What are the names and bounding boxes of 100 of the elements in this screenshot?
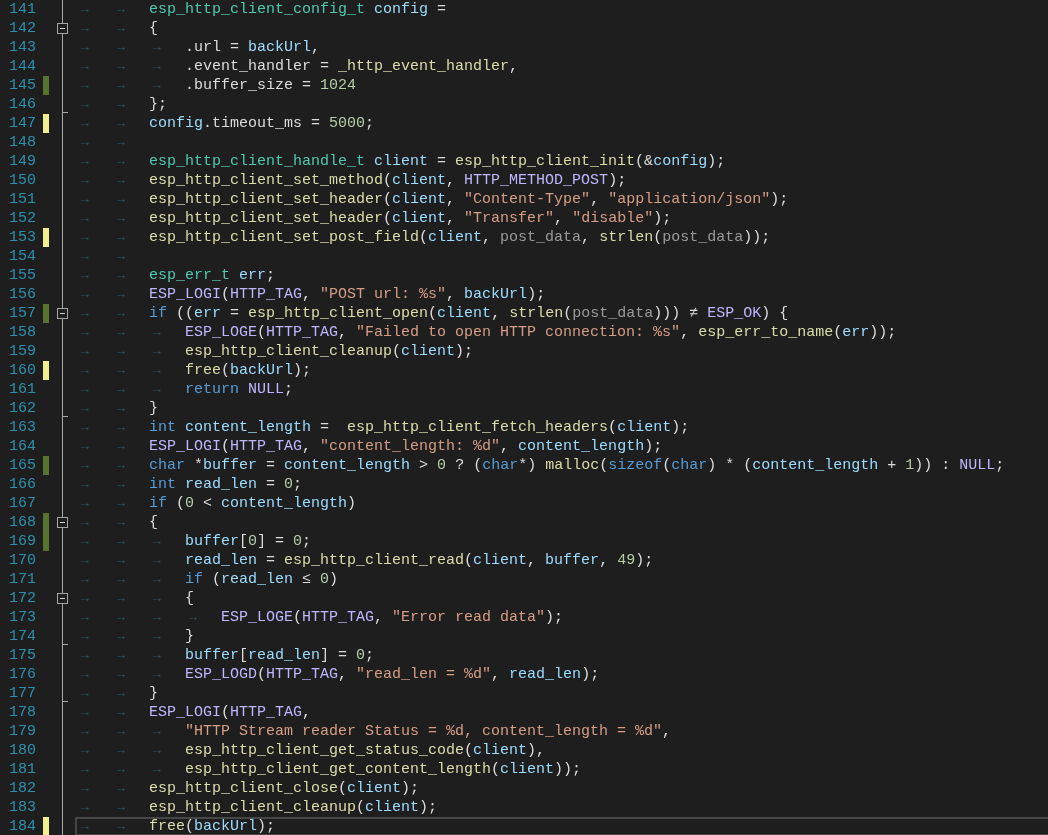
tab-marker: → (80, 477, 90, 492)
line-number: 164 (8, 437, 36, 456)
collapse-icon[interactable] (57, 517, 68, 528)
line-number: 157 (8, 304, 36, 323)
line-number: 171 (8, 570, 36, 589)
code-line: .buffer_size = 1024 (185, 78, 357, 93)
line-number: 177 (8, 684, 36, 703)
tab-marker: → (80, 819, 90, 834)
tab-marker: → (116, 420, 126, 435)
line-number: 179 (8, 722, 36, 741)
tab-marker: → (116, 287, 126, 302)
tab-marker: → (116, 116, 126, 131)
line-number: 143 (8, 38, 36, 57)
code-line: ESP_LOGI(HTTP_TAG, "POST url: %s", backUrl); (149, 287, 546, 302)
line-number: 150 (8, 171, 36, 190)
line-number: 174 (8, 627, 36, 646)
code-line: esp_http_client_config_t config = (149, 2, 447, 17)
tab-marker: → (116, 667, 126, 682)
tab-marker: → (116, 800, 126, 815)
collapse-icon[interactable] (57, 23, 68, 34)
tab-marker: → (152, 325, 162, 340)
tab-marker: → (116, 477, 126, 492)
line-number: 178 (8, 703, 36, 722)
tab-marker: → (116, 2, 126, 17)
tab-marker: → (116, 629, 126, 644)
collapse-icon[interactable] (57, 308, 68, 319)
tab-marker: → (116, 819, 126, 834)
tab-marker: → (116, 382, 126, 397)
tab-marker: → (80, 705, 90, 720)
tab-marker: → (80, 2, 90, 17)
tab-marker: → (80, 686, 90, 701)
tab-marker: → (80, 97, 90, 112)
line-number: 148 (8, 133, 36, 152)
tab-marker: → (80, 306, 90, 321)
tab-marker: → (116, 268, 126, 283)
code-line: "HTTP Stream reader Status = %d, content_length = %d", (185, 724, 672, 739)
code-line: } (149, 686, 158, 701)
code-line: esp_http_client_get_content_length(client)); (185, 762, 582, 777)
tab-marker: → (116, 97, 126, 112)
tab-marker: → (80, 458, 90, 473)
tab-marker: → (152, 553, 162, 568)
code-line: esp_http_client_handle_t client = esp_http_client_init(&config); (149, 154, 726, 169)
line-number: 181 (8, 760, 36, 779)
line-number: 167 (8, 494, 36, 513)
code-line: esp_http_client_cleanup(client); (185, 344, 474, 359)
tab-marker: → (80, 553, 90, 568)
tab-marker: → (80, 59, 90, 74)
code-line: } (185, 629, 194, 644)
tab-marker: → (116, 78, 126, 93)
tab-marker: → (80, 249, 90, 264)
tab-marker: → (80, 629, 90, 644)
line-number: 180 (8, 741, 36, 760)
line-number: 162 (8, 399, 36, 418)
code-line: esp_http_client_get_status_code(client), (185, 743, 546, 758)
tab-marker: → (116, 192, 126, 207)
line-number: 163 (8, 418, 36, 437)
tab-marker: → (152, 743, 162, 758)
tab-marker: → (80, 762, 90, 777)
code-line: esp_http_client_close(client); (149, 781, 420, 796)
tab-marker: → (116, 401, 126, 416)
line-number: 172 (8, 589, 36, 608)
code-line: free(backUrl); (185, 363, 312, 378)
tab-marker: → (80, 21, 90, 36)
tab-marker: → (80, 496, 90, 511)
code-line: if (0 < content_length) (149, 496, 357, 511)
code-line: read_len = esp_http_client_read(client, buffer, 49); (185, 553, 654, 568)
tab-marker: → (116, 249, 126, 264)
line-number: 144 (8, 57, 36, 76)
tab-marker: → (80, 648, 90, 663)
tab-marker: → (116, 59, 126, 74)
tab-marker: → (80, 724, 90, 739)
line-number: 146 (8, 95, 36, 114)
line-number: 176 (8, 665, 36, 684)
tab-marker: → (80, 344, 90, 359)
tab-marker: → (80, 211, 90, 226)
tab-marker: → (116, 211, 126, 226)
tab-marker: → (116, 154, 126, 169)
tab-marker: → (116, 496, 126, 511)
tab-marker: → (116, 363, 126, 378)
line-number: 151 (8, 190, 36, 209)
code-line: } (149, 401, 158, 416)
tab-marker: → (152, 572, 162, 587)
tab-marker: → (116, 648, 126, 663)
code-line: int content_length = esp_http_client_fetch_headers(client); (149, 420, 690, 435)
tab-marker: → (188, 610, 198, 625)
line-number: 166 (8, 475, 36, 494)
line-number: 147 (8, 114, 36, 133)
tab-marker: → (152, 648, 162, 663)
code-line: ESP_LOGE(HTTP_TAG, "Failed to open HTTP connection: %s", esp_err_to_name(err)); (185, 325, 897, 340)
collapse-icon[interactable] (57, 593, 68, 604)
tab-marker: → (80, 173, 90, 188)
tab-marker: → (152, 363, 162, 378)
tab-marker: → (80, 382, 90, 397)
code-line: { (149, 21, 158, 36)
code-line: buffer[0] = 0; (185, 534, 312, 549)
tab-marker: → (116, 515, 126, 530)
tab-marker: → (116, 572, 126, 587)
tab-marker: → (152, 724, 162, 739)
tab-marker: → (152, 382, 162, 397)
tab-marker: → (80, 534, 90, 549)
